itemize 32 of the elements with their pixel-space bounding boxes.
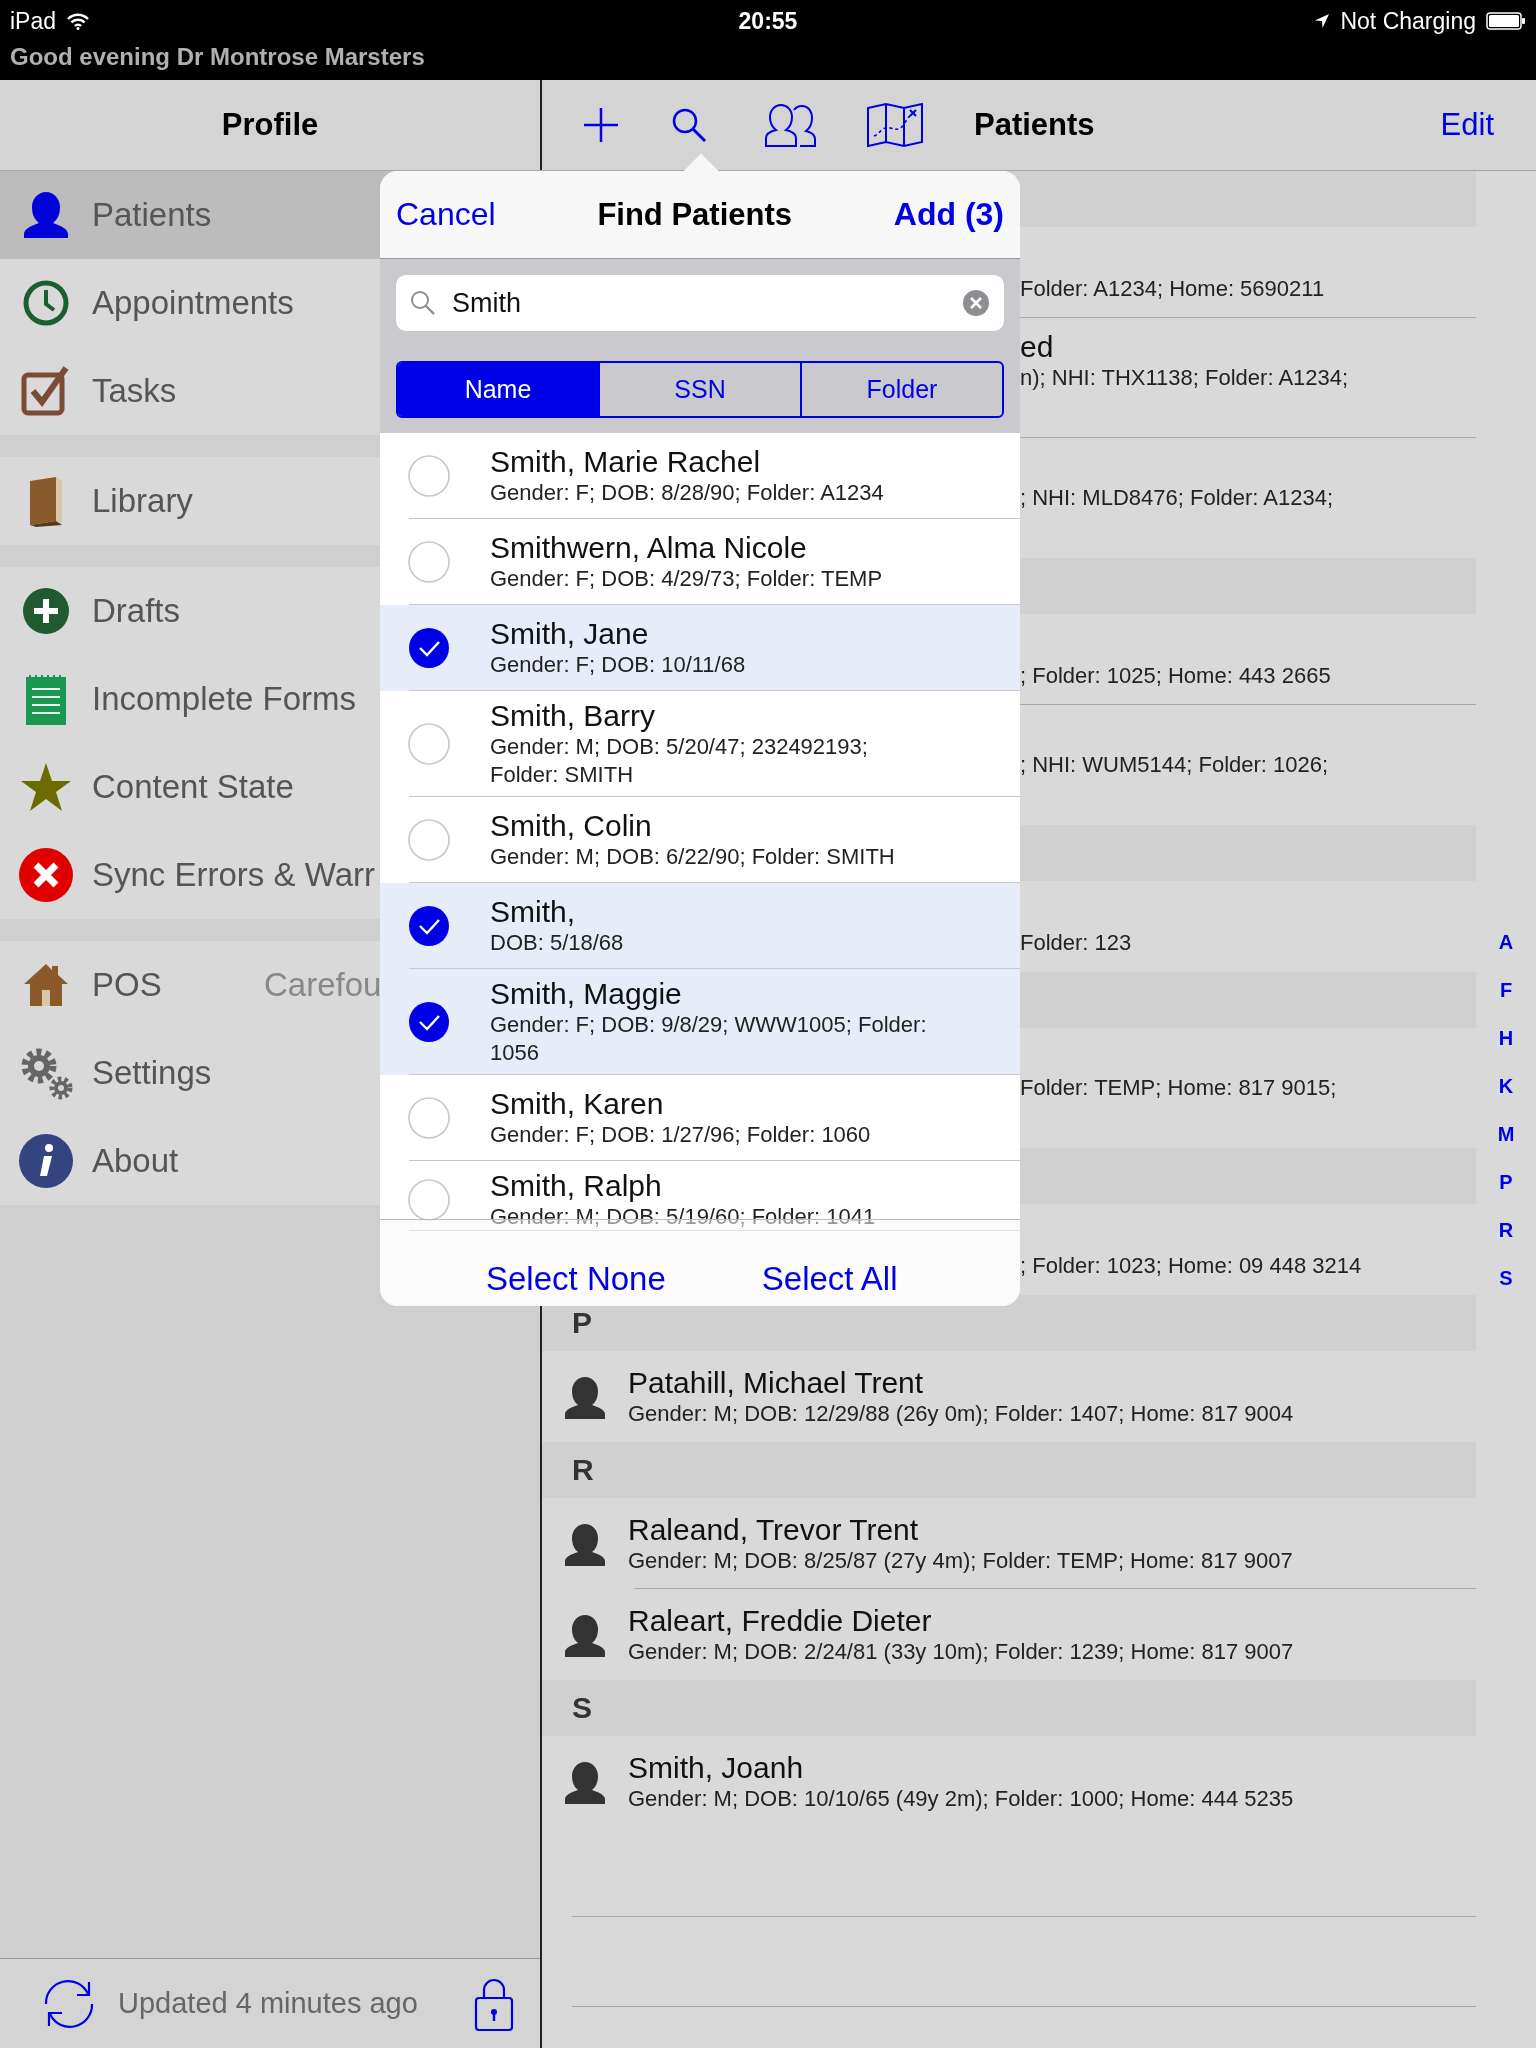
section-header: S bbox=[542, 1680, 1476, 1736]
patient-name: Smith, Jane bbox=[490, 617, 650, 651]
device-name: iPad bbox=[10, 7, 57, 35]
patient-name: Smith, Ralph bbox=[490, 1169, 663, 1203]
patient-details: Gender: M; DOB: 6/22/90; Folder: SMITH bbox=[490, 843, 896, 871]
battery-status: Not Charging bbox=[1340, 7, 1476, 35]
page-title: Patients bbox=[974, 107, 1095, 143]
patient-details: Folder: A1234; Home: 5690211 bbox=[1020, 274, 1325, 303]
popover-title: Find Patients bbox=[597, 196, 792, 233]
patient-name: Smith, Barry bbox=[490, 699, 657, 733]
patient-name: Smith, bbox=[490, 895, 577, 929]
patient-details: ; Folder: 1025; Home: 443 2665 bbox=[1020, 661, 1331, 690]
store-name: Carefou bbox=[264, 966, 382, 1004]
patient-name: Smith, Maggie bbox=[490, 977, 683, 1011]
patient-details: Gender: M; DOB: 5/20/47; 232492193; Folder: SMITH bbox=[490, 733, 869, 789]
patient-details: Gender: F; DOB: 1/27/96; Folder: 1060 bbox=[490, 1121, 872, 1149]
greeting-text: Good evening Dr Montrose Marsters bbox=[10, 42, 426, 72]
patient-details: Gender: F; DOB: 9/8/29; WWW1005; Folder: 1056 bbox=[490, 1011, 928, 1067]
clock-time: 20:55 bbox=[738, 7, 798, 35]
sync-status: Updated 4 minutes ago bbox=[118, 1987, 418, 2020]
sidebar-title: Profile bbox=[221, 107, 319, 143]
patient-details: DOB: 5/18/68 bbox=[490, 929, 625, 957]
patient-details: Gender: M; DOB: 8/25/87 (27y 4m); Folder: TEMP; Home: 817 9007 bbox=[628, 1546, 1293, 1575]
patient-name: Smith, Colin bbox=[490, 809, 653, 843]
patient-details: Gender: F; DOB: 4/29/73; Folder: TEMP bbox=[490, 565, 884, 593]
patient-details: Gender: M; DOB: 10/10/65 (49y 2m); Folder: 1000; Home: 444 5235 bbox=[628, 1784, 1294, 1813]
patient-details: Gender: M; DOB: 12/29/88 (26y 0m); Folder: 1407; Home: 817 9004 bbox=[628, 1399, 1294, 1428]
patient-details: Gender: F; DOB: 10/11/68 bbox=[490, 651, 747, 679]
section-header: R bbox=[542, 1442, 1476, 1498]
patient-details: Gender: M; DOB: 2/24/81 (33y 10m); Folder: 1239; Home: 817 9007 bbox=[628, 1637, 1294, 1666]
patient-details: n); NHI: THX1138; Folder: A1234; bbox=[1020, 364, 1349, 392]
patient-name: Smith, Karen bbox=[490, 1087, 665, 1121]
